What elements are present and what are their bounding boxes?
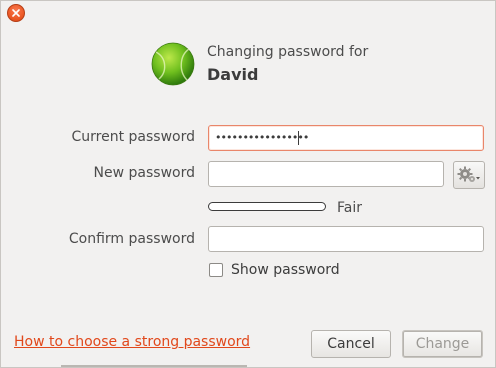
new-password-label: New password xyxy=(93,165,195,181)
text-caret xyxy=(298,131,299,145)
change-password-dialog: Changing password for David Current pass… xyxy=(0,0,496,368)
masked-password: ••••••••••••••••• xyxy=(215,131,309,144)
username: David xyxy=(207,65,259,84)
current-password-field[interactable]: ••••••••••••••••• xyxy=(208,125,484,151)
heading-subtitle: Changing password for xyxy=(207,44,369,60)
gears-icon xyxy=(457,166,480,182)
cancel-button[interactable]: Cancel xyxy=(311,330,391,358)
close-button[interactable] xyxy=(7,4,25,22)
confirm-password-field[interactable] xyxy=(208,226,484,252)
close-icon xyxy=(12,9,20,17)
new-password-field[interactable] xyxy=(208,161,444,187)
current-password-label: Current password xyxy=(71,129,196,145)
strong-password-help-link[interactable]: How to choose a strong password xyxy=(14,334,250,350)
show-password-checkbox[interactable] xyxy=(209,263,223,277)
confirm-password-label: Confirm password xyxy=(68,231,195,247)
titlebar xyxy=(1,1,495,25)
generate-password-button[interactable] xyxy=(453,161,485,189)
password-strength-text: Fair xyxy=(337,200,362,216)
change-button[interactable]: Change xyxy=(402,330,483,358)
user-avatar xyxy=(151,42,195,86)
show-password-label: Show password xyxy=(231,262,340,278)
password-strength-bar xyxy=(208,202,326,211)
show-password-toggle[interactable]: Show password xyxy=(209,262,340,278)
bottom-edge-tab xyxy=(61,365,247,367)
dialog-heading: Changing password for David xyxy=(207,43,368,85)
